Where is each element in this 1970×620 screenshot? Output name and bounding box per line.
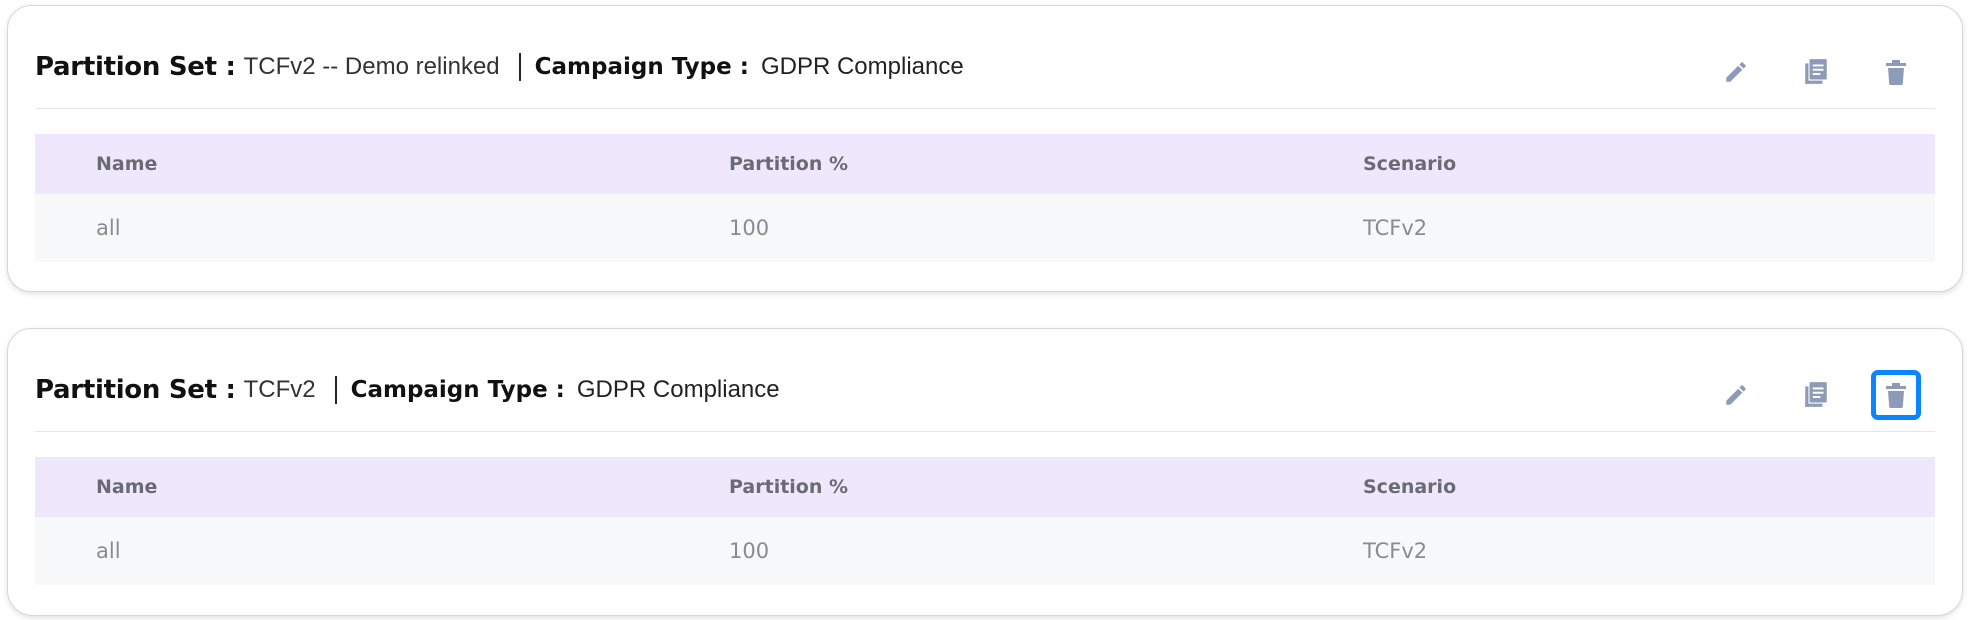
cell-name: all <box>96 216 121 240</box>
table-header-row: Name Partition % Scenario <box>35 457 1935 517</box>
copy-button[interactable] <box>1796 52 1836 92</box>
partition-set-card-header: Partition Set : TCFv2 Campaign Type : GD… <box>8 329 1962 432</box>
column-header-scenario: Scenario <box>1363 153 1457 175</box>
title-separator <box>334 376 337 404</box>
copy-document-icon <box>1805 59 1827 84</box>
header-divider <box>35 431 1935 432</box>
campaign-type-label: Campaign Type : <box>350 377 565 403</box>
campaign-type-value: GDPR Compliance <box>760 53 964 80</box>
partition-set-label: Partition Set : <box>35 52 236 82</box>
copy-button[interactable] <box>1796 375 1836 415</box>
column-header-name: Name <box>96 476 158 498</box>
cell-scenario: TCFv2 <box>1363 216 1428 240</box>
column-header-scenario: Scenario <box>1363 476 1457 498</box>
trash-icon <box>1886 60 1906 85</box>
card-actions <box>1676 370 1921 420</box>
copy-document-icon <box>1805 382 1827 407</box>
cell-scenario: TCFv2 <box>1363 539 1428 563</box>
partition-table: Name Partition % Scenario all 100 TCFv2 <box>35 134 1935 262</box>
delete-button[interactable] <box>1876 52 1916 92</box>
cell-partition: 100 <box>729 216 770 240</box>
partition-set-label: Partition Set : <box>35 375 236 405</box>
campaign-type-label: Campaign Type : <box>534 54 749 80</box>
trash-icon <box>1886 383 1906 408</box>
partition-set-card-header: Partition Set : TCFv2 -- Demo relinked C… <box>8 6 1962 109</box>
column-header-partition: Partition % <box>729 476 849 498</box>
partition-set-name: TCFv2 <box>243 376 316 403</box>
partition-set-title: Partition Set : TCFv2 Campaign Type : GD… <box>35 370 780 410</box>
partition-set-card: Partition Set : TCFv2 -- Demo relinked C… <box>7 5 1963 292</box>
pencil-icon <box>1726 385 1746 405</box>
delete-button[interactable] <box>1871 370 1921 420</box>
partition-set-card: Partition Set : TCFv2 Campaign Type : GD… <box>7 328 1963 616</box>
cell-partition: 100 <box>729 539 770 563</box>
title-separator <box>518 53 521 81</box>
edit-button[interactable] <box>1716 52 1756 92</box>
edit-button[interactable] <box>1716 375 1756 415</box>
partition-set-name: TCFv2 -- Demo relinked <box>243 53 500 80</box>
column-header-name: Name <box>96 153 158 175</box>
column-header-partition: Partition % <box>729 153 849 175</box>
table-header-row: Name Partition % Scenario <box>35 134 1935 194</box>
cell-name: all <box>96 539 121 563</box>
table-row: all 100 TCFv2 <box>35 517 1935 585</box>
partition-table: Name Partition % Scenario all 100 TCFv2 <box>35 457 1935 585</box>
campaign-type-value: GDPR Compliance <box>576 376 780 403</box>
card-actions <box>1676 52 1916 92</box>
pencil-icon <box>1726 62 1746 82</box>
partition-set-title: Partition Set : TCFv2 -- Demo relinked C… <box>35 47 964 87</box>
header-divider <box>35 108 1935 109</box>
table-row: all 100 TCFv2 <box>35 194 1935 262</box>
